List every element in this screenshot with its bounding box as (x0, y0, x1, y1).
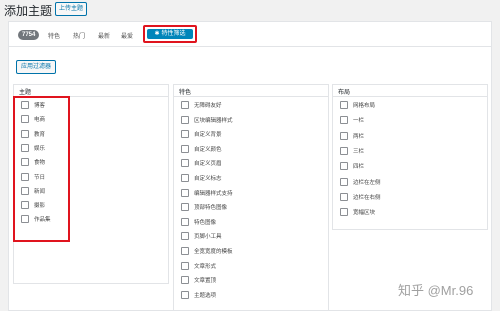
tab-popular[interactable]: 热门 (73, 31, 85, 40)
checkbox[interactable] (181, 174, 189, 182)
layout-option-3[interactable]: 两栏 (340, 131, 365, 140)
tab-latest[interactable]: 最新 (98, 31, 110, 40)
feature-option-1[interactable]: 无障碍友好 (181, 101, 222, 109)
feature-option-2[interactable]: 区块编辑器样式 (181, 115, 233, 124)
feature-option-13[interactable]: 文章置顶 (181, 276, 217, 285)
layout-option-label: 网格布局 (353, 103, 376, 109)
feature-option-label: 自定义背景 (194, 132, 222, 139)
apply-filters-button[interactable]: 应用过滤器 (16, 60, 57, 74)
checkbox[interactable] (340, 116, 348, 125)
layout-option-6[interactable]: 边栏在左侧 (340, 177, 381, 186)
feature-option-14[interactable]: 主题选项 (181, 290, 217, 299)
checkbox[interactable] (340, 146, 348, 155)
checkbox[interactable] (340, 208, 348, 217)
feature-option-label: 顶部特色图像 (194, 205, 228, 212)
features-group-title: 特色 (179, 90, 192, 96)
gear-icon: ✱ (154, 31, 160, 37)
filter-panel: 应用过滤器 主题 博客 电商 教育 娱乐 食物 节日 新闻 摄影 作品集 特色 无障碍友好 区块编… (8, 47, 492, 311)
layout-option-label: 一栏 (353, 118, 365, 125)
checkbox[interactable] (181, 188, 189, 197)
feature-option-9[interactable]: 特色图像 (181, 217, 217, 226)
checkbox[interactable] (181, 217, 189, 226)
filter-bar: 7754 特色 热门 最新 最爱 ✱ 特性筛选 (8, 21, 492, 47)
checkbox[interactable] (181, 261, 189, 270)
checkbox[interactable] (340, 101, 348, 109)
layout-option-label: 边栏在左侧 (353, 179, 381, 186)
feature-filter-label: 特性筛选 (161, 31, 186, 37)
theme-count-badge: 7754 (18, 30, 40, 40)
upload-theme-button[interactable]: 上传主题 (55, 2, 88, 16)
checkbox[interactable] (181, 130, 189, 139)
layout-option-label: 宽幅区块 (353, 210, 376, 217)
checkbox[interactable] (181, 276, 189, 285)
feature-option-12[interactable]: 文章形式 (181, 261, 217, 270)
feature-option-4[interactable]: 自定义颜色 (181, 144, 222, 153)
feature-option-label: 自定义标志 (194, 176, 222, 182)
tab-featured[interactable]: 特色 (48, 31, 60, 40)
checkbox[interactable] (181, 159, 189, 168)
layout-option-7[interactable]: 边栏在右侧 (340, 192, 381, 201)
feature-option-7[interactable]: 编辑器样式支持 (181, 188, 233, 197)
feature-option-11[interactable]: 全宽宽度的模板 (181, 247, 233, 255)
layout-option-4[interactable]: 三栏 (340, 146, 365, 155)
feature-filter-button[interactable]: ✱ 特性筛选 (147, 29, 193, 39)
page-title: 添加主题 (4, 4, 53, 18)
subject-group-title: 主题 (19, 90, 32, 96)
feature-option-label: 自定义颜色 (194, 146, 222, 153)
subject-highlight-box (13, 96, 70, 242)
layout-option-label: 三栏 (353, 148, 365, 155)
feature-option-8[interactable]: 顶部特色图像 (181, 203, 228, 212)
features-group: 特色 无障碍友好区块编辑器样式 自定义背景自定义颜色自定义页眉自定义标志编辑器样式… (173, 84, 329, 311)
checkbox[interactable] (181, 203, 189, 212)
feature-option-label: 特色图像 (194, 219, 217, 226)
tab-favorites[interactable]: 最爱 (121, 31, 133, 40)
checkbox[interactable] (181, 115, 189, 124)
feature-option-3[interactable]: 自定义背景 (181, 130, 222, 139)
watermark: 知乎 @Mr.96 (398, 283, 474, 298)
checkbox[interactable] (181, 232, 189, 241)
feature-option-label: 无障碍友好 (194, 103, 222, 109)
layout-group-title: 布局 (338, 90, 351, 96)
checkbox[interactable] (340, 177, 348, 186)
checkbox[interactable] (340, 131, 348, 140)
feature-option-label: 区块编辑器样式 (194, 117, 233, 124)
layout-group: 布局 网格布局一栏两栏三栏四栏边栏在左侧边栏在右侧宽幅区块 (332, 84, 488, 230)
feature-option-label: 编辑器样式支持 (194, 190, 233, 197)
layout-option-label: 两栏 (353, 133, 365, 140)
feature-option-label: 全宽宽度的模板 (194, 249, 233, 255)
layout-option-2[interactable]: 一栏 (340, 116, 365, 125)
layout-option-8[interactable]: 宽幅区块 (340, 208, 376, 217)
checkbox[interactable] (181, 247, 189, 255)
checkbox[interactable] (181, 290, 189, 299)
checkbox[interactable] (340, 192, 348, 201)
feature-option-label: 主题选项 (194, 292, 217, 299)
checkbox[interactable] (181, 101, 189, 109)
checkbox[interactable] (340, 162, 348, 171)
feature-option-label: 文章置顶 (194, 278, 217, 285)
feature-option-5[interactable]: 自定义页眉 (181, 159, 222, 168)
feature-option-label: 页脚小工具 (194, 234, 222, 241)
feature-option-10[interactable]: 页脚小工具 (181, 232, 222, 241)
layout-option-1[interactable]: 网格布局 (340, 101, 375, 109)
layout-option-5[interactable]: 四栏 (340, 162, 365, 171)
feature-option-label: 自定义页眉 (194, 161, 222, 168)
feature-filter-highlight: ✱ 特性筛选 (143, 25, 197, 43)
feature-option-label: 文章形式 (194, 263, 217, 270)
layout-option-label: 四栏 (353, 164, 365, 171)
checkbox[interactable] (181, 144, 189, 153)
feature-option-6[interactable]: 自定义标志 (181, 174, 222, 182)
layout-option-label: 边栏在右侧 (353, 194, 381, 201)
